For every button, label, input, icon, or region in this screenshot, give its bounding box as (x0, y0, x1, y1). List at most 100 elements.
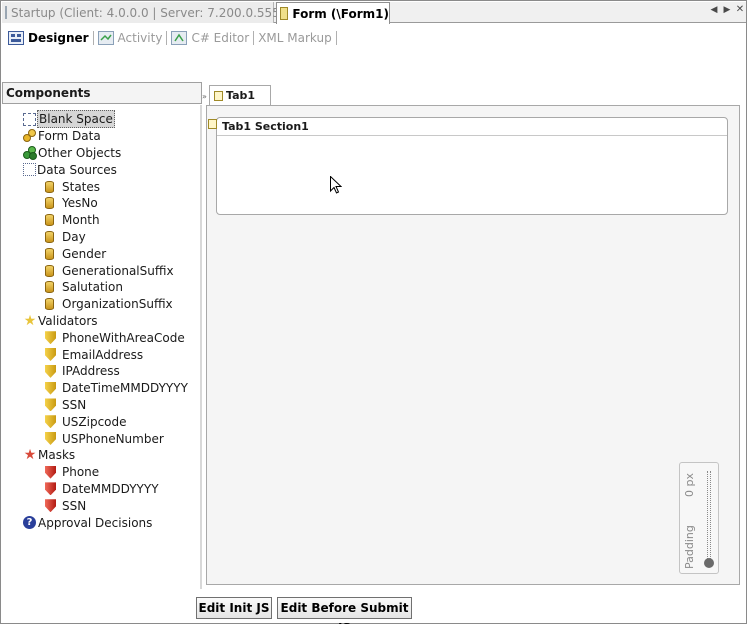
tree-item-label: OrganizationSuffix (62, 297, 173, 312)
activity-view-button[interactable]: Activity (97, 31, 162, 45)
tab-edit-icon (214, 90, 223, 101)
view-toolbar: Designer Activity C# Editor XML Markup (2, 24, 746, 52)
data-sources-icon (23, 163, 36, 177)
tree-item-label: SSN (62, 397, 87, 412)
tree-item-label: Data Sources (37, 162, 117, 177)
document-tab-strip: Startup (Client: 4.0.0.0 | Server: 7.200… (2, 2, 746, 24)
mask-shield-icon (45, 482, 56, 496)
tree-item-label: Month (62, 213, 100, 228)
designer-tab-tab1[interactable]: Tab1 (209, 85, 271, 105)
collapse-panel-icon[interactable]: » (202, 92, 207, 101)
blank-space-icon (23, 112, 36, 126)
tree-item-label: USZipcode (62, 414, 127, 429)
toolbar-separator (253, 31, 255, 45)
tree-item[interactable]: Blank Space (21, 110, 201, 129)
tree-item-label: Validators (38, 313, 98, 328)
mouse-cursor-icon (330, 176, 342, 194)
tree-item[interactable]: Day (21, 229, 201, 246)
validator-shield-icon (45, 432, 56, 446)
tree-item[interactable]: SSN (21, 497, 201, 514)
designer-view-button[interactable]: Designer (8, 31, 89, 45)
tree-item[interactable]: ★ Masks (21, 447, 201, 464)
validator-shield-icon (45, 364, 56, 378)
tab-next-icon[interactable]: ▶ (721, 5, 733, 15)
tree-item-label: Form Data (38, 129, 101, 144)
xml-markup-view-label: XML Markup (258, 31, 332, 45)
tree-item[interactable]: States (21, 178, 201, 195)
tree-item[interactable]: PhoneWithAreaCode (21, 329, 201, 346)
validator-shield-icon (45, 331, 56, 345)
mask-shield-icon (45, 465, 56, 479)
validator-shield-icon (45, 348, 56, 362)
components-panel-header: Components (2, 82, 202, 104)
tree-item[interactable]: Other Objects (21, 145, 201, 162)
database-icon (45, 180, 54, 193)
padding-knob[interactable] (704, 558, 714, 568)
tree-item[interactable]: Month (21, 212, 201, 229)
tree-item[interactable]: OrganizationSuffix (21, 296, 201, 313)
padding-track[interactable] (707, 471, 711, 563)
padding-slider[interactable]: Padding 0 px (679, 462, 719, 574)
form-section[interactable]: Tab1 Section1 (208, 117, 728, 215)
tree-item[interactable]: USZipcode (21, 413, 201, 430)
padding-readout: Padding 0 px (683, 473, 699, 569)
validator-shield-icon (45, 398, 56, 412)
tree-item-label: States (62, 179, 101, 194)
tree-item[interactable]: DateMMDDYYYY (21, 481, 201, 498)
tree-item-label: DateTimeMMDDYYYY (62, 381, 188, 396)
red-star-icon: ★ (23, 447, 37, 464)
tree-item-label: SSN (62, 498, 87, 513)
form-data-icon (23, 129, 37, 143)
components-title: Components (6, 86, 91, 100)
tree-item[interactable]: DateTimeMMDDYYYY (21, 380, 201, 397)
tree-item-label: Approval Decisions (38, 515, 153, 530)
tree-item[interactable]: IPAddress (21, 363, 201, 380)
tree-item[interactable]: Salutation (21, 279, 201, 296)
section-title: Tab1 Section1 (222, 120, 309, 133)
close-icon[interactable]: ✕ (734, 4, 746, 15)
tree-item-label: Salutation (62, 280, 123, 295)
tree-item[interactable]: YesNo (21, 195, 201, 212)
tree-item[interactable]: EmailAddress (21, 346, 201, 363)
toolbar-separator (92, 31, 94, 45)
tree-item-label: DateMMDDYYYY (62, 481, 159, 496)
edit-before-submit-js-button[interactable]: Edit Before Submit JS (277, 597, 412, 624)
edit-init-js-button[interactable]: Edit Init JS (196, 597, 272, 619)
section-header[interactable]: Tab1 Section1 (208, 118, 727, 136)
toolbar-separator (166, 31, 168, 45)
database-icon (45, 298, 54, 311)
help-icon: ? (23, 516, 36, 530)
csharp-editor-icon (171, 31, 188, 45)
form-designer-window: Startup (Client: 4.0.0.0 | Server: 7.200… (0, 0, 747, 624)
tree-item[interactable]: Gender (21, 245, 201, 262)
validator-shield-icon (45, 381, 56, 395)
xml-markup-view-button[interactable]: XML Markup (258, 31, 332, 45)
tab-form1-label: Form (\Form1) (292, 6, 389, 21)
tab-form1[interactable]: Form (\Form1) (276, 2, 390, 24)
tab-startup[interactable]: Startup (Client: 4.0.0.0 | Server: 7.200… (2, 2, 300, 23)
startup-icon (5, 6, 7, 19)
section-edit-icon (208, 119, 217, 129)
toolbar-separator (335, 31, 337, 45)
tree-item[interactable]: ★ Validators (21, 313, 201, 330)
tab-startup-label: Startup (Client: 4.0.0.0 | Server: 7.200… (11, 5, 300, 20)
database-icon (45, 264, 54, 277)
csharp-editor-view-button[interactable]: C# Editor (171, 31, 249, 45)
tree-item[interactable]: Form Data (21, 128, 201, 145)
csharp-editor-view-label: C# Editor (191, 31, 250, 45)
database-icon (45, 247, 54, 260)
tree-item[interactable]: SSN (21, 397, 201, 414)
tab-prev-icon[interactable]: ◀ (708, 5, 720, 15)
padding-value: 0 px (683, 473, 696, 497)
tree-item[interactable]: USPhoneNumber (21, 430, 201, 447)
tree-item[interactable]: Data Sources (21, 161, 201, 178)
designer-icon (8, 31, 24, 45)
tree-item[interactable]: GenerationalSuffix (21, 262, 201, 279)
components-tree: Blank Space Form Data Other Objects Data So… (21, 110, 201, 531)
star-icon: ★ (23, 312, 37, 329)
tree-item[interactable]: Phone (21, 464, 201, 481)
database-icon (45, 214, 54, 227)
tree-item[interactable]: ? Approval Decisions (21, 514, 201, 531)
activity-icon (97, 31, 114, 45)
database-icon (45, 197, 54, 210)
